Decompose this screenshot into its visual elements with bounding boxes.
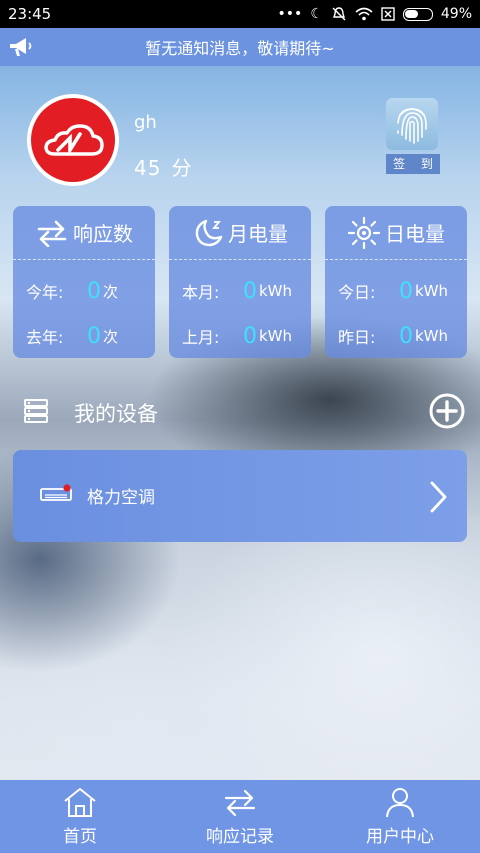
avatar[interactable] — [27, 94, 119, 186]
username: gh — [134, 112, 157, 133]
notice-text: 暂无通知消息，敬请期待~ — [145, 39, 335, 58]
moon-icon — [195, 219, 223, 246]
tab-label: 响应记录 — [206, 827, 274, 847]
stat-label: 上月: — [182, 328, 220, 347]
stats-cards: 响应数 今年: 0 次 去年: 0 次 月电量 本月: 0 kWh 上月: 0 … — [13, 206, 467, 358]
stat-label: 今日: — [338, 283, 376, 302]
tab-label: 首页 — [63, 827, 97, 847]
card-title: 日电量 — [385, 222, 445, 246]
moon-icon: ☾ — [310, 6, 323, 22]
status-time: 23:45 — [8, 5, 52, 23]
stat-unit: 次 — [103, 282, 119, 301]
sim-off-icon — [381, 7, 395, 21]
signin-button[interactable]: 签 到 — [386, 98, 440, 174]
score-value: 45 — [134, 156, 162, 180]
stat-value: 0 — [243, 278, 257, 304]
monthly-power-card[interactable]: 月电量 本月: 0 kWh 上月: 0 kWh — [169, 206, 311, 358]
stat-unit: kWh — [415, 327, 449, 345]
air-conditioner-icon — [40, 484, 72, 501]
swap-arrows-icon — [224, 789, 256, 817]
stat-row: 本月: 0 kWh — [169, 276, 311, 306]
devices-title: 我的设备 — [74, 402, 158, 426]
fingerprint-icon — [386, 98, 438, 150]
battery-percent: 49% — [440, 6, 472, 22]
tab-label: 用户中心 — [366, 827, 434, 847]
stat-row: 今年: 0 次 — [13, 276, 155, 306]
tab-user-center[interactable]: 用户中心 — [320, 780, 480, 853]
stat-label: 昨日: — [338, 328, 376, 347]
stat-value: 0 — [243, 323, 257, 349]
mute-bell-icon — [332, 7, 346, 21]
bottom-tab-bar: 首页 响应记录 用户中心 — [0, 780, 480, 853]
status-icons: ••• ☾ 49% — [278, 6, 472, 22]
brand-logo — [31, 98, 115, 182]
device-name: 格力空调 — [87, 488, 155, 508]
home-icon — [64, 788, 96, 817]
score: 45 分 — [134, 152, 192, 181]
daily-power-card[interactable]: 日电量 今日: 0 kWh 昨日: 0 kWh — [325, 206, 467, 358]
stat-unit: kWh — [259, 282, 293, 300]
status-bar: 23:45 ••• ☾ 49% — [0, 0, 480, 28]
device-item[interactable]: 格力空调 — [13, 450, 467, 542]
card-header: 月电量 — [169, 206, 311, 260]
stat-row: 今日: 0 kWh — [325, 276, 467, 306]
stat-value: 0 — [87, 278, 101, 304]
profile-section: gh 45 分 签 到 — [0, 92, 480, 192]
score-unit: 分 — [171, 156, 193, 180]
stat-unit: 次 — [103, 327, 119, 346]
device-list-icon — [24, 399, 48, 423]
stat-row: 昨日: 0 kWh — [325, 321, 467, 351]
megaphone-icon — [10, 38, 32, 56]
user-icon — [386, 788, 414, 818]
sun-icon — [347, 216, 381, 249]
battery-fill — [405, 10, 418, 18]
card-title: 响应数 — [73, 222, 133, 246]
signin-label: 签 到 — [386, 154, 440, 174]
stat-value: 0 — [399, 323, 413, 349]
response-count-card[interactable]: 响应数 今年: 0 次 去年: 0 次 — [13, 206, 155, 358]
stat-unit: kWh — [415, 282, 449, 300]
wifi-icon — [355, 7, 373, 21]
card-header: 日电量 — [325, 206, 467, 260]
swap-arrows-icon — [37, 220, 67, 247]
tab-response-records[interactable]: 响应记录 — [160, 780, 320, 853]
stat-label: 去年: — [26, 328, 64, 347]
devices-header: 我的设备 — [0, 390, 480, 434]
add-device-icon[interactable] — [428, 392, 466, 430]
notice-bar[interactable]: 暂无通知消息，敬请期待~ — [0, 28, 480, 66]
chevron-right-icon — [430, 481, 447, 513]
stat-label: 今年: — [26, 283, 64, 302]
stat-value: 0 — [399, 278, 413, 304]
card-title: 月电量 — [228, 222, 288, 246]
stat-unit: kWh — [259, 327, 293, 345]
stat-label: 本月: — [182, 283, 220, 302]
tab-home[interactable]: 首页 — [0, 780, 160, 853]
stat-value: 0 — [87, 323, 101, 349]
cloud-logo-icon — [44, 124, 104, 157]
stat-row: 上月: 0 kWh — [169, 321, 311, 351]
more-dots-icon: ••• — [277, 6, 303, 22]
stat-row: 去年: 0 次 — [13, 321, 155, 351]
battery-icon — [402, 7, 433, 21]
card-header: 响应数 — [13, 206, 155, 260]
